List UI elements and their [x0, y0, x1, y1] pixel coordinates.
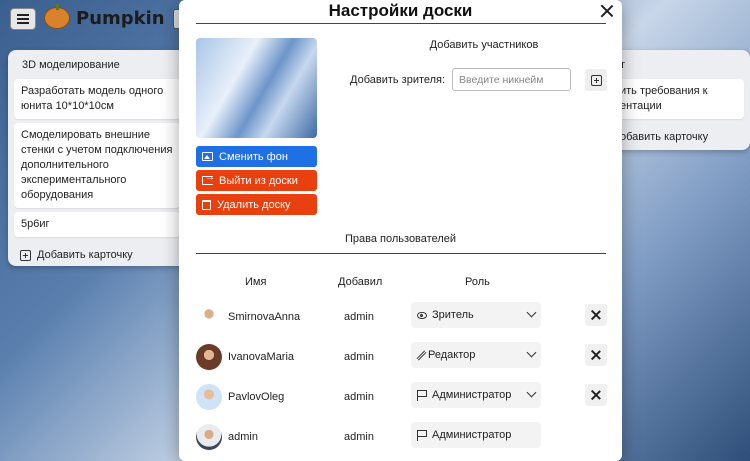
- avatar: [196, 304, 222, 330]
- table-row: SmirnovaAnna admin Зритель: [179, 301, 622, 337]
- add-viewer-label: Добавить зрителя:: [350, 74, 446, 86]
- flag-icon: [417, 429, 427, 441]
- logo[interactable]: Pumpkin: [44, 4, 165, 29]
- remove-user-button[interactable]: [585, 304, 607, 326]
- board-settings-modal: Настройки доски Сменить фон Выйти из дос…: [179, 0, 622, 461]
- chevron-down-icon: [526, 307, 537, 318]
- chevron-down-icon: [526, 387, 537, 398]
- board-cover-image: [196, 38, 317, 138]
- add-viewer-button[interactable]: [585, 69, 607, 91]
- role-display: Администратор: [411, 422, 541, 448]
- role-select[interactable]: Редактор: [411, 342, 541, 368]
- card[interactable]: 5р6иг: [14, 212, 180, 237]
- change-background-label: Сменить фон: [219, 150, 288, 163]
- column-title: 3D моделирование: [22, 59, 120, 71]
- column-header-role: Роль: [465, 276, 490, 288]
- menu-button[interactable]: [10, 8, 36, 30]
- exit-icon: [202, 172, 215, 185]
- plus-icon: [20, 249, 31, 261]
- delete-board-button[interactable]: Удалить доску: [196, 194, 317, 215]
- delete-board-label: Удалить доску: [217, 198, 291, 211]
- pumpkin-icon: [44, 4, 70, 29]
- avatar: [196, 344, 222, 370]
- user-name: IvanovaMaria: [228, 351, 295, 363]
- add-card-button[interactable]: Добавить карточку: [8, 241, 186, 269]
- leave-board-label: Выйти из доски: [219, 174, 298, 187]
- added-by: admin: [344, 431, 374, 443]
- role-label: Зритель: [432, 309, 474, 321]
- modal-title: Настройки доски: [328, 1, 473, 20]
- added-by: admin: [344, 311, 374, 323]
- role-label: Администратор: [432, 389, 512, 401]
- logo-text: Pumpkin: [76, 7, 165, 29]
- role-select[interactable]: Администратор: [411, 382, 541, 408]
- user-rights-title: Права пользователей: [345, 233, 456, 245]
- remove-user-button[interactable]: [585, 344, 607, 366]
- add-card-button[interactable]: обавить карточку: [600, 123, 750, 151]
- image-icon: [202, 152, 213, 161]
- user-name: SmirnovaAnna: [228, 311, 301, 323]
- column-header-name: Имя: [245, 276, 267, 288]
- user-name: admin: [228, 431, 258, 443]
- column-3d-modeling: 3D моделирование Разработать модель одно…: [8, 50, 186, 266]
- column-title: т: [620, 59, 626, 71]
- trash-icon: [202, 199, 211, 210]
- add-card-label: Добавить карточку: [37, 249, 133, 261]
- close-icon[interactable]: [600, 4, 614, 18]
- change-background-button[interactable]: Сменить фон: [196, 146, 317, 167]
- column-right: т ить требования к ентации обавить карто…: [600, 50, 750, 150]
- divider: [196, 253, 606, 254]
- add-card-label: обавить карточку: [620, 131, 709, 143]
- divider: [196, 23, 606, 24]
- avatar: [196, 424, 222, 450]
- added-by: admin: [344, 351, 374, 363]
- role-select[interactable]: Зритель: [411, 302, 541, 328]
- leave-board-button[interactable]: Выйти из доски: [196, 170, 317, 191]
- add-members-title: Добавить участников: [429, 39, 539, 51]
- role-label: Администратор: [432, 429, 512, 441]
- table-row: PavlovOleg admin Администратор: [179, 381, 622, 417]
- user-name: PavlovOleg: [228, 391, 285, 403]
- role-label: Редактор: [428, 349, 476, 361]
- plus-icon: [590, 74, 602, 86]
- table-row: admin admin Администратор: [179, 421, 622, 457]
- card[interactable]: Разработать модель одного юнита 10*10*10…: [14, 79, 180, 119]
- remove-user-button[interactable]: [585, 384, 607, 406]
- hamburger-icon: [17, 18, 29, 20]
- pencil-icon: [416, 350, 427, 360]
- avatar: [196, 384, 222, 410]
- chevron-down-icon: [526, 347, 537, 358]
- eye-icon: [417, 312, 427, 319]
- column-header-added-by: Добавил: [338, 276, 383, 288]
- added-by: admin: [344, 391, 374, 403]
- flag-icon: [417, 389, 427, 401]
- card[interactable]: Смоделировать внешние стенки с учетом по…: [14, 123, 180, 208]
- nickname-input[interactable]: [452, 68, 571, 91]
- table-row: IvanovaMaria admin Редактор: [179, 341, 622, 377]
